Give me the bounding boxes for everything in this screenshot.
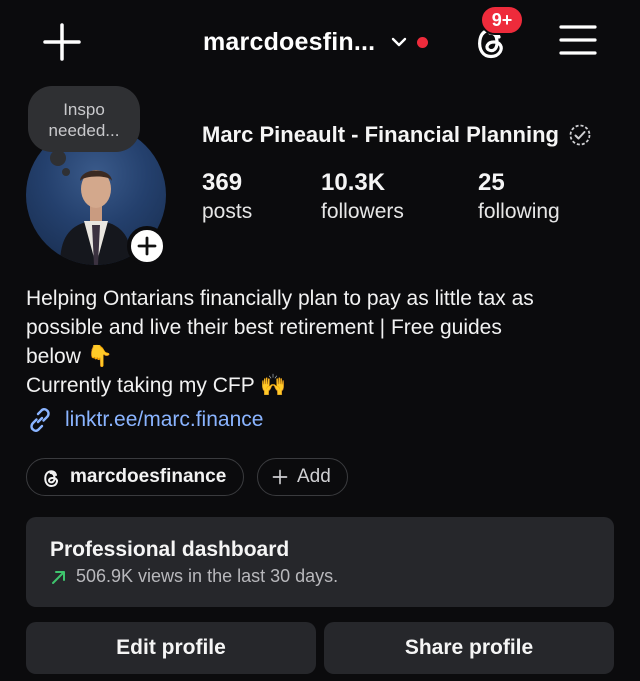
verified-badge-icon (569, 124, 591, 146)
stat-followers[interactable]: 10.3K followers (321, 168, 404, 226)
display-name: Marc Pineault - Financial Planning (202, 122, 559, 147)
stat-value: 369 (202, 169, 243, 196)
chevron-down-icon (392, 37, 407, 47)
add-story-button[interactable] (127, 226, 167, 266)
professional-dashboard[interactable]: Professional dashboard 506.9K views in t… (26, 517, 614, 607)
bio-line: possible and live their best retirement … (26, 316, 502, 339)
share-profile-button[interactable]: Share profile (324, 622, 614, 674)
threads-icon (44, 470, 58, 487)
display-name-row: Marc Pineault - Financial Planning (202, 122, 592, 148)
notification-badge: 9+ (480, 5, 524, 35)
threads-profile-chip[interactable]: marcdoesfinance (26, 458, 244, 496)
bio-line: Currently taking my CFP 🙌 (26, 374, 287, 397)
stat-label: followers (321, 200, 404, 223)
bio-line: Helping Ontarians financially plan to pa… (26, 287, 534, 310)
stat-label: following (478, 200, 560, 223)
hamburger-menu-icon (559, 25, 597, 55)
unread-dot (417, 36, 429, 48)
link-icon (30, 408, 50, 432)
add-label: Add (297, 466, 331, 487)
add-chip-button[interactable]: Add (257, 458, 348, 496)
plus-icon (272, 469, 288, 485)
stat-value: 25 (478, 169, 505, 196)
threads-handle: marcdoesfinance (70, 466, 227, 487)
create-button[interactable] (40, 20, 84, 64)
top-bar: marcdoesfin... 9+ (0, 0, 640, 84)
stat-label: posts (202, 200, 253, 223)
stat-following[interactable]: 25 following (478, 168, 560, 226)
note-bubble-tail (50, 150, 66, 166)
note-bubble[interactable]: Inspo needed... (28, 86, 140, 152)
bio: Helping Ontarians financially plan to pa… (26, 284, 626, 400)
bio-line: below 👇 (26, 345, 113, 368)
trend-up-arrow-icon (52, 570, 65, 584)
bio-link[interactable]: linktr.ee/marc.finance (26, 406, 263, 434)
dashboard-title: Professional dashboard (50, 538, 290, 561)
note-bubble-tail-small (62, 168, 70, 176)
username: marcdoesfin... (203, 27, 376, 56)
plus-icon (43, 23, 81, 61)
dashboard-subtitle: 506.9K views in the last 30 days. (76, 566, 339, 586)
edit-profile-button[interactable]: Edit profile (26, 622, 316, 674)
menu-button[interactable] (558, 22, 598, 58)
stat-posts[interactable]: 369 posts (202, 168, 252, 226)
plus-icon (137, 236, 157, 256)
dashboard-subtitle-row: 506.9K views in the last 30 days. (50, 566, 590, 587)
account-switcher[interactable]: marcdoesfin... (203, 24, 429, 60)
stat-value: 10.3K (321, 169, 386, 196)
link-text: linktr.ee/marc.finance (65, 408, 264, 431)
